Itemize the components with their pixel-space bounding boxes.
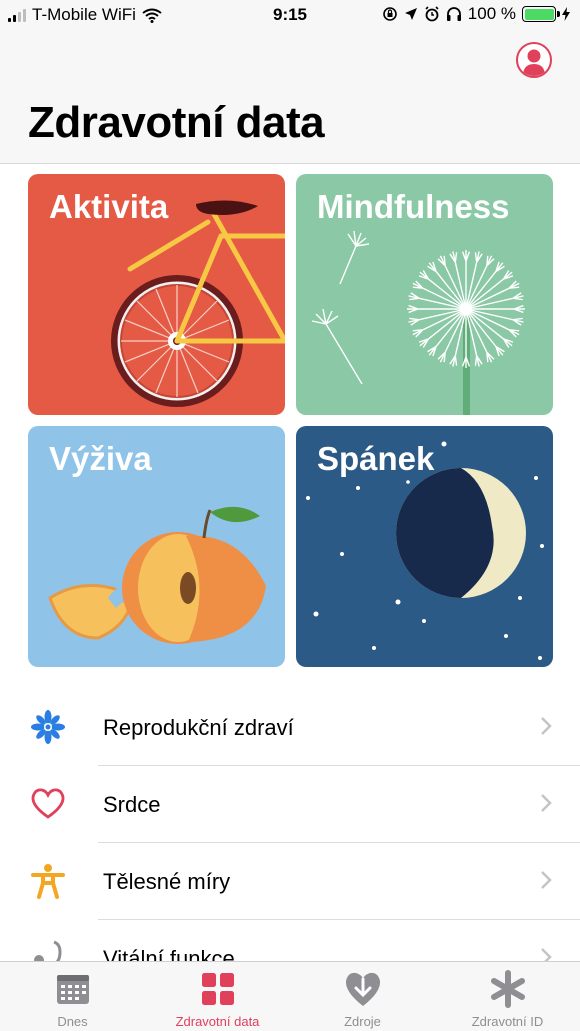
health-category-list: Reprodukční zdraví Srdce Tělesné míry Vi…	[0, 689, 580, 997]
tile-label: Spánek	[317, 440, 435, 477]
tile-label: Výživa	[49, 440, 152, 477]
profile-button[interactable]	[516, 42, 552, 78]
tab-label: Dnes	[57, 1014, 88, 1029]
headphones-icon	[446, 7, 461, 21]
battery-percent: 100 %	[467, 4, 516, 23]
chevron-right-icon	[541, 871, 552, 889]
body-icon	[31, 864, 65, 899]
chevron-right-icon	[541, 794, 552, 812]
snowflake-icon	[31, 710, 65, 744]
header: Zdravotní data	[0, 30, 580, 164]
alarm-icon	[425, 6, 439, 22]
tab-label: Zdroje	[344, 1014, 381, 1029]
tab-label: Zdravotní ID	[471, 1014, 544, 1029]
category-tile-spanek[interactable]: Spánek	[296, 426, 553, 667]
tab-label: Zdravotní data	[175, 1014, 260, 1029]
list-item-label: Srdce	[103, 792, 161, 817]
battery-icon	[522, 6, 560, 22]
charging-bolt-icon	[562, 7, 570, 21]
category-tile-mindfulness[interactable]: Mindfulness	[296, 174, 553, 415]
person-icon	[523, 49, 545, 76]
status-bar: T-Mobile WiFi 9:15 100 %	[0, 0, 580, 30]
page-title: Zdravotní data	[28, 98, 325, 147]
tile-label: Mindfulness	[317, 188, 510, 225]
grid-icon	[202, 973, 234, 1005]
asterisk-icon	[491, 970, 525, 1008]
location-icon	[404, 8, 417, 20]
status-right: 100 %	[382, 4, 570, 24]
tab-dnes[interactable]: Dnes	[0, 962, 145, 1031]
list-item-label: Reprodukční zdraví	[103, 715, 294, 740]
tab-bar: Dnes Zdravotní data Zdroje Zdravotní ID	[0, 961, 580, 1031]
heart-icon	[31, 788, 65, 819]
download-heart-icon	[345, 972, 381, 1006]
list-item-reprodukcni-zdravi[interactable]: Reprodukční zdraví	[0, 689, 580, 766]
tile-label: Aktivita	[49, 188, 169, 225]
calendar-icon	[57, 975, 89, 1004]
tab-zdravotni-data[interactable]: Zdravotní data	[145, 962, 290, 1031]
category-tile-vyziva[interactable]: Výživa	[28, 426, 285, 667]
list-item-telesne-miry[interactable]: Tělesné míry	[0, 843, 580, 920]
list-item-label: Tělesné míry	[103, 869, 231, 894]
chevron-right-icon	[541, 717, 552, 735]
tab-zdroje[interactable]: Zdroje	[290, 962, 435, 1031]
orientation-lock-icon	[382, 7, 397, 21]
tab-zdravotni-id[interactable]: Zdravotní ID	[435, 962, 580, 1031]
category-tile-aktivita[interactable]: Aktivita	[28, 174, 285, 415]
list-item-srdce[interactable]: Srdce	[0, 766, 580, 843]
